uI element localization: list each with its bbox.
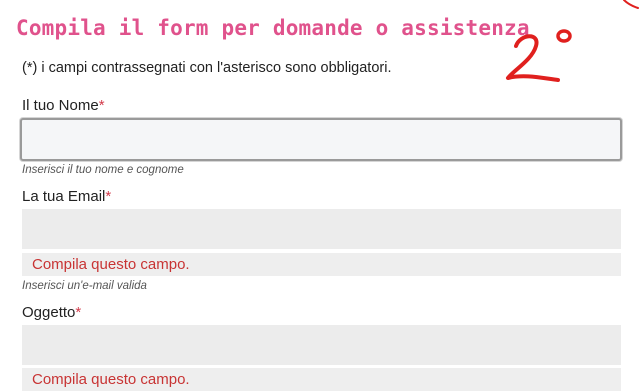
subject-label-text: Oggetto	[22, 304, 76, 321]
email-label: La tua Email*	[22, 188, 111, 205]
email-error: Compila questo campo.	[22, 253, 621, 276]
required-asterisk: *	[75, 304, 82, 321]
red-pen-stroke	[623, 0, 639, 9]
form-intro: (*) i campi contrassegnati con l'asteris…	[22, 60, 392, 76]
subject-label: Oggetto*	[22, 304, 81, 321]
name-hint: Inserisci il tuo nome e cognome	[22, 164, 184, 176]
required-asterisk: *	[98, 97, 105, 114]
email-input[interactable]	[22, 209, 621, 249]
subject-error: Compila questo campo.	[22, 368, 621, 391]
handwritten-annotation-2nd	[506, 29, 572, 82]
name-label-text: Il tuo Nome	[22, 97, 99, 114]
email-label-text: La tua Email	[22, 188, 106, 205]
required-asterisk: *	[105, 188, 112, 205]
email-hint: Inserisci un'e-mail valida	[22, 280, 147, 292]
name-label: Il tuo Nome*	[22, 97, 105, 114]
name-input[interactable]	[20, 118, 622, 161]
form-title: Compila il form per domande o assistenza	[16, 16, 530, 40]
subject-input[interactable]	[22, 325, 621, 365]
